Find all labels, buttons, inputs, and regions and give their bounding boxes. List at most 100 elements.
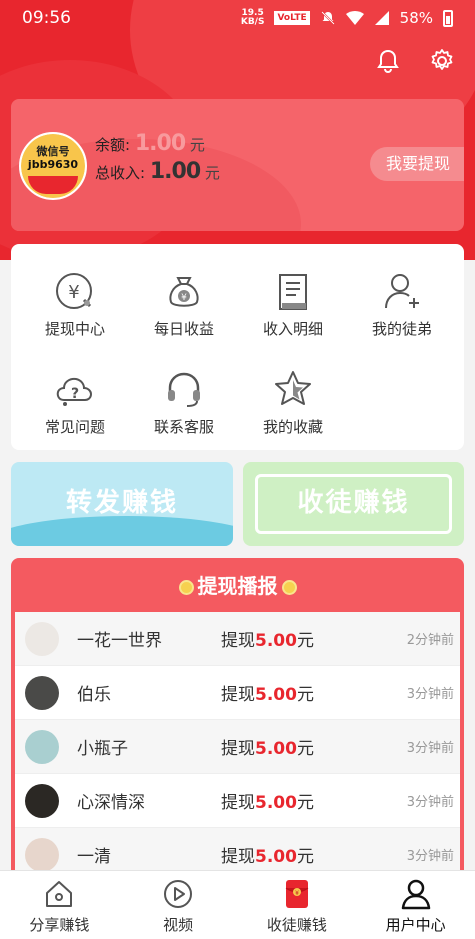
menu-item-customer-service[interactable]: 联系客服	[134, 368, 234, 437]
avatar	[25, 729, 59, 764]
menu-item-label: 常见问题	[44, 418, 105, 436]
time-ago: 3分钟前	[406, 687, 454, 702]
avatar	[25, 783, 59, 818]
tab-video[interactable]: 视频	[119, 871, 238, 939]
amount-prefix: 提现	[221, 793, 255, 813]
user-name: 一清	[77, 847, 111, 867]
recruit-earn-banner[interactable]: 收徒赚钱	[243, 462, 464, 546]
avatar-text-id: jbb9630	[27, 158, 79, 171]
tab-share-earn[interactable]: 分享赚钱	[0, 871, 119, 939]
menu-item-label: 我的收藏	[262, 418, 323, 436]
withdraw-amount: 提现5.00元	[221, 788, 407, 813]
withdraw-button[interactable]: 我要提现	[369, 147, 464, 181]
total-income-unit: 元	[204, 164, 220, 182]
withdraw-broadcast: 提现播报 一花一世界 提现5.00元 2分钟前 伯乐 提现5.00元 3分钟前 …	[11, 558, 464, 878]
amount-value: 5.00	[255, 631, 297, 651]
amount-value: 5.00	[255, 685, 297, 705]
account-card: 微信号 jbb9630 余额: 1.00 元 总收入: 1.00 元 我要提现	[11, 99, 464, 231]
ledger-icon	[279, 274, 307, 310]
menu-item-label: 每日收益	[153, 320, 214, 338]
menu-item-label: 我的徒弟	[371, 320, 432, 338]
time-ago: 3分钟前	[406, 741, 454, 756]
tab-recruit-earn[interactable]: ¥ 收徒赚钱	[238, 871, 357, 939]
balance-label: 余额:	[95, 136, 131, 154]
menu-item-daily-income[interactable]: ¥ 每日收益	[134, 270, 234, 339]
svg-text:?: ?	[71, 386, 79, 402]
balance-unit: 元	[189, 136, 205, 154]
table-row: 小瓶子 提现5.00元 3分钟前	[15, 720, 460, 774]
signal-icon	[374, 11, 389, 25]
function-menu: ¥ 提现中心 ¥ 每日收益 收入明细 我的徒弟 ? 常见问题 联系客服 我的收藏	[11, 244, 464, 450]
menu-item-income-details[interactable]: 收入明细	[243, 270, 343, 339]
total-income-label: 总收入:	[95, 164, 146, 182]
money-bag-icon: ¥	[169, 277, 199, 307]
time-ago: 3分钟前	[406, 849, 454, 864]
user-icon	[401, 879, 430, 910]
bell-icon[interactable]	[375, 48, 401, 74]
broadcast-title: 提现播报	[11, 570, 464, 599]
amount-value: 5.00	[255, 847, 297, 867]
time-ago: 2分钟前	[406, 633, 454, 648]
withdraw-amount: 提现5.00元	[221, 626, 407, 651]
user-name: 心深情深	[77, 793, 145, 813]
wave-decor	[11, 516, 233, 546]
amount-unit: 元	[296, 739, 314, 759]
svg-text:¥: ¥	[295, 890, 299, 897]
network-speed: 19.5 KB/S	[241, 9, 265, 27]
coin-icon	[178, 580, 194, 595]
menu-item-withdraw-center[interactable]: ¥ 提现中心	[25, 270, 125, 339]
avatar-text-wechat: 微信号	[36, 145, 70, 158]
withdraw-amount: 提现5.00元	[221, 680, 407, 705]
menu-item-favorites[interactable]: 我的收藏	[243, 368, 343, 437]
recruit-earn-label: 收徒赚钱	[297, 488, 410, 518]
amount-unit: 元	[296, 631, 314, 651]
home-share-icon	[46, 881, 73, 907]
broadcast-title-text: 提现播报	[197, 574, 278, 598]
menu-item-label: 联系客服	[153, 418, 214, 436]
menu-item-label: 收入明细	[262, 320, 323, 338]
avatar[interactable]: 微信号 jbb9630	[19, 132, 87, 200]
user-name: 伯乐	[77, 685, 111, 705]
share-earn-banner[interactable]: 转发赚钱	[11, 462, 233, 546]
amount-unit: 元	[296, 847, 314, 867]
svg-text:¥: ¥	[181, 293, 187, 303]
share-earn-label: 转发赚钱	[65, 488, 178, 518]
avatar	[25, 837, 59, 872]
tab-label: 视频	[163, 916, 194, 934]
tab-label: 用户中心	[385, 916, 446, 934]
volte-badge: VoLTE	[274, 11, 310, 25]
mute-icon	[320, 11, 335, 25]
time-ago: 3分钟前	[406, 795, 454, 810]
headset-icon	[168, 372, 200, 407]
wifi-icon	[345, 11, 364, 25]
broadcast-list: 一花一世界 提现5.00元 2分钟前 伯乐 提现5.00元 3分钟前 小瓶子 提…	[15, 612, 460, 878]
menu-item-my-apprentices[interactable]: 我的徒弟	[352, 270, 452, 339]
amount-unit: 元	[296, 685, 314, 705]
table-row: 伯乐 提现5.00元 3分钟前	[15, 666, 460, 720]
avatar	[25, 621, 59, 656]
star-icon	[275, 371, 311, 405]
amount-prefix: 提现	[221, 847, 255, 867]
amount-prefix: 提现	[221, 685, 255, 705]
table-row: 一花一世界 提现5.00元 2分钟前	[15, 612, 460, 666]
withdraw-amount: 提现5.00元	[221, 734, 407, 759]
red-envelope-icon: ¥	[285, 880, 309, 908]
bottom-tab-bar: 分享赚钱 视频 ¥ 收徒赚钱 用户中心	[0, 870, 475, 939]
network-speed-unit: KB/S	[240, 17, 265, 27]
tab-user-center[interactable]: 用户中心	[356, 871, 475, 939]
balance-value: 1.00	[134, 131, 186, 156]
user-name: 小瓶子	[77, 739, 128, 759]
avatar	[25, 675, 59, 710]
balance-line: 余额: 1.00 元	[95, 131, 205, 156]
battery-percent: 58%	[399, 9, 433, 27]
withdraw-amount: 提现5.00元	[221, 842, 407, 867]
amount-value: 5.00	[255, 793, 297, 813]
svg-text:¥: ¥	[68, 282, 79, 303]
coin-icon	[281, 580, 297, 595]
battery-icon	[443, 9, 453, 27]
user-name: 一花一世界	[77, 631, 162, 651]
menu-item-faq[interactable]: ? 常见问题	[25, 368, 125, 437]
gear-icon[interactable]	[429, 48, 455, 74]
tab-label: 分享赚钱	[29, 916, 90, 934]
menu-item-label: 提现中心	[44, 320, 105, 338]
